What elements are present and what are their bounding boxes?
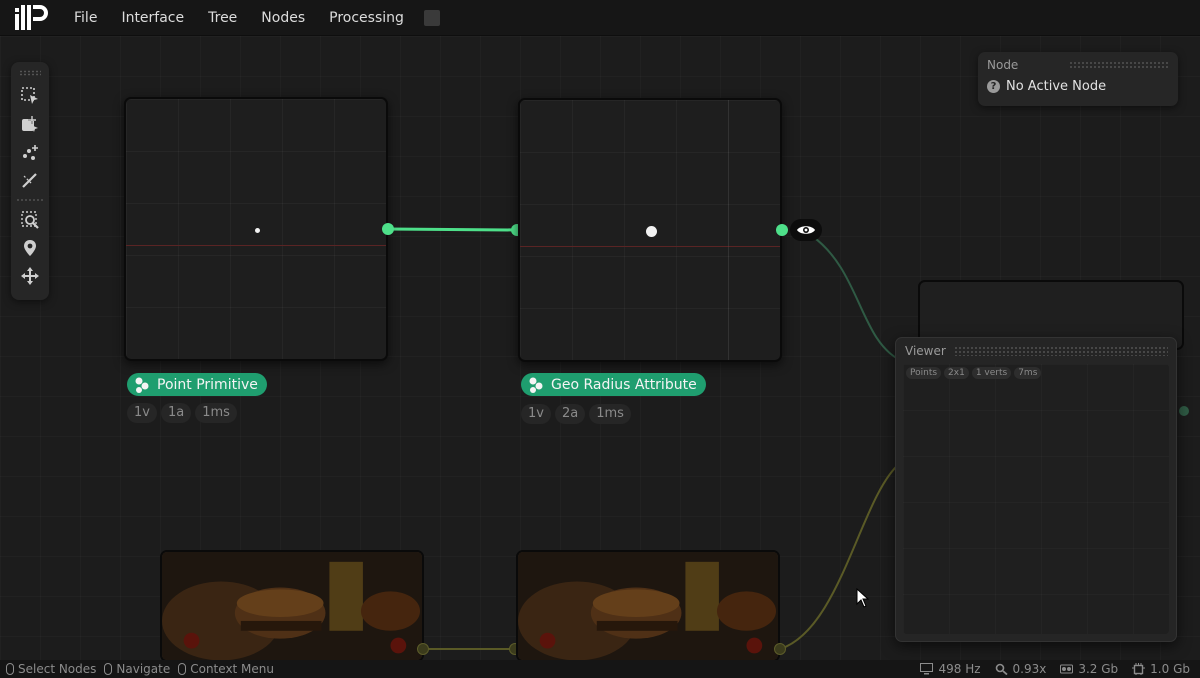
tool-palette xyxy=(11,62,49,300)
viewer-stat-size: 2x1 xyxy=(944,367,969,379)
node-type-icon xyxy=(529,377,543,393)
stat-verts: 1v xyxy=(127,403,157,423)
mouse-left-icon xyxy=(6,663,14,675)
location-pin-icon[interactable] xyxy=(15,234,45,262)
eye-icon xyxy=(797,226,815,234)
menu-extra-icon[interactable] xyxy=(423,9,440,26)
add-points-icon[interactable] xyxy=(15,138,45,166)
menu-processing[interactable]: Processing xyxy=(317,0,416,36)
hint-navigate: Navigate xyxy=(104,662,170,676)
geo-radius-stats: 1v 2a 1ms xyxy=(521,404,631,424)
viewer-viewport[interactable]: Points 2x1 1 verts 7ms xyxy=(903,364,1169,634)
zoom-text: 0.93x xyxy=(1012,662,1047,676)
y-axis-line xyxy=(728,100,729,360)
viewer-grip[interactable] xyxy=(953,346,1168,356)
fps-text: 498 Hz xyxy=(938,662,981,676)
node-label-text: Geo Radius Attribute xyxy=(551,376,697,393)
pan-move-icon[interactable] xyxy=(15,262,45,290)
menu-interface[interactable]: Interface xyxy=(109,0,196,36)
stat-attrs: 1a xyxy=(160,403,192,423)
preview-point xyxy=(255,228,260,233)
node-type-icon xyxy=(135,377,149,393)
image-node-2-output-socket[interactable] xyxy=(774,643,786,655)
node-label-text: Point Primitive xyxy=(157,376,258,393)
food-image xyxy=(518,552,778,660)
mouse-middle-icon xyxy=(104,663,113,675)
zoom-readout: 0.93x xyxy=(995,662,1047,676)
stat-time: 1ms xyxy=(195,403,237,423)
geo-radius-output-socket[interactable] xyxy=(776,224,788,236)
viewer-toggle-button[interactable] xyxy=(790,219,822,241)
viewer-stats: Points 2x1 1 verts 7ms xyxy=(906,367,1042,379)
hint-context-text: Context Menu xyxy=(190,662,275,676)
point-primitive-preview[interactable] xyxy=(124,97,388,361)
image-node-1[interactable] xyxy=(160,550,424,662)
monitor-icon xyxy=(920,663,934,675)
viewer-stat-type: Points xyxy=(906,367,942,379)
x-axis-line xyxy=(126,245,386,246)
toolbar-grip[interactable] xyxy=(19,70,41,76)
viewer-stat-time: 7ms xyxy=(1014,367,1042,379)
viewer-title: Viewer xyxy=(905,344,946,358)
zoom-icon xyxy=(995,663,1008,675)
cpu-icon xyxy=(1132,663,1146,675)
point-primitive-stats: 1v 1a 1ms xyxy=(127,403,237,423)
hint-context: Context Menu xyxy=(178,662,274,676)
vram-text: 3.2 Gb xyxy=(1078,662,1119,676)
node-info-panel: Node ? No Active Node xyxy=(978,52,1178,106)
zoom-region-icon[interactable] xyxy=(15,206,45,234)
viewer-node-socket[interactable] xyxy=(1179,406,1189,416)
stat-time: 1ms xyxy=(589,404,631,424)
box-select-icon[interactable] xyxy=(15,82,45,110)
stat-attrs: 2a xyxy=(554,404,586,424)
add-node-icon[interactable] xyxy=(15,110,45,138)
stat-verts: 1v xyxy=(521,404,551,424)
vram-readout: 3.2 Gb xyxy=(1060,662,1118,676)
menu-nodes[interactable]: Nodes xyxy=(249,0,317,36)
viewer-panel[interactable]: Viewer Points 2x1 1 verts 7ms xyxy=(895,337,1177,642)
food-image xyxy=(162,552,422,660)
panel-grip[interactable] xyxy=(1069,61,1169,69)
panel-title: Node xyxy=(987,58,1019,72)
mouse-right-icon xyxy=(178,663,187,675)
image-node-2[interactable] xyxy=(516,550,780,662)
mouse-cursor-icon xyxy=(856,588,870,608)
viewer-stat-verts: 1 verts xyxy=(971,367,1012,379)
point-primitive-output-socket[interactable] xyxy=(382,223,394,235)
image-node-1-output-socket[interactable] xyxy=(417,643,429,655)
menu-tree[interactable]: Tree xyxy=(196,0,249,36)
menu-file[interactable]: File xyxy=(62,0,109,36)
fps-readout: 498 Hz xyxy=(920,662,981,676)
app-logo-icon[interactable] xyxy=(12,3,50,33)
point-primitive-label[interactable]: Point Primitive xyxy=(127,373,267,396)
menubar: File Interface Tree Nodes Processing xyxy=(0,0,1200,36)
geo-radius-label[interactable]: Geo Radius Attribute xyxy=(521,373,706,396)
cut-wire-icon[interactable] xyxy=(15,166,45,194)
active-node-status: No Active Node xyxy=(1006,79,1107,94)
toolbar-separator xyxy=(17,196,43,204)
preview-point xyxy=(646,226,657,237)
ram-text: 1.0 Gb xyxy=(1150,662,1190,676)
gpu-icon xyxy=(1060,664,1074,674)
x-axis-line xyxy=(520,246,780,247)
hint-navigate-text: Navigate xyxy=(116,662,171,676)
hint-select: Select Nodes xyxy=(6,662,96,676)
geo-radius-preview[interactable] xyxy=(518,98,782,362)
status-bar: Select Nodes Navigate Context Menu 498 H… xyxy=(0,660,1200,678)
help-icon: ? xyxy=(987,80,1000,93)
hint-select-text: Select Nodes xyxy=(18,662,97,676)
ram-readout: 1.0 Gb xyxy=(1132,662,1190,676)
